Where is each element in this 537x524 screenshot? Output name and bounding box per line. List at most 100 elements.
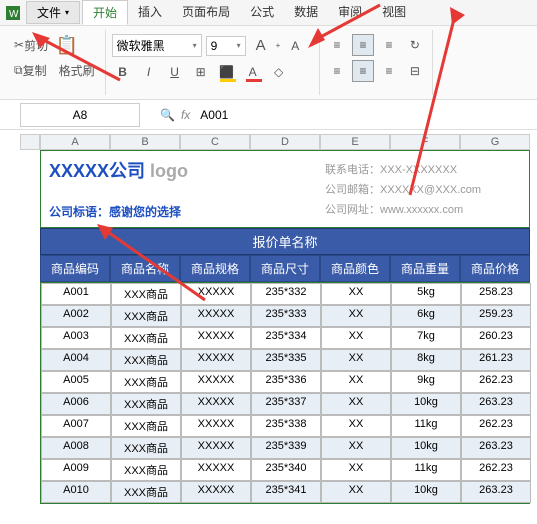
table-row[interactable]: A001XXX商品XXXXX235*332XX5kg258.23	[41, 283, 531, 305]
table-cell[interactable]: XXX商品	[111, 371, 181, 393]
table-cell[interactable]: 235*336	[251, 371, 321, 393]
table-row[interactable]: A003XXX商品XXXXX235*334XX7kg260.23	[41, 327, 531, 349]
table-cell[interactable]: A007	[41, 415, 111, 437]
table-cell[interactable]: XXX商品	[111, 327, 181, 349]
table-cell[interactable]: 7kg	[391, 327, 461, 349]
table-cell[interactable]: XX	[321, 415, 391, 437]
tab-页面布局[interactable]: 页面布局	[172, 0, 240, 25]
table-cell[interactable]: 235*340	[251, 459, 321, 481]
table-cell[interactable]: XXX商品	[111, 283, 181, 305]
column-header[interactable]: B	[110, 134, 180, 150]
table-cell[interactable]: A005	[41, 371, 111, 393]
font-size-select[interactable]: 9▾	[206, 36, 246, 56]
tab-插入[interactable]: 插入	[128, 0, 172, 25]
column-header[interactable]: D	[250, 134, 320, 150]
table-cell[interactable]: XXXXX	[181, 393, 251, 415]
table-cell[interactable]: 235*334	[251, 327, 321, 349]
table-cell[interactable]: 8kg	[391, 349, 461, 371]
orientation-button[interactable]: ↻	[404, 34, 426, 56]
table-cell[interactable]: XXXXX	[181, 349, 251, 371]
table-cell[interactable]: 258.23	[461, 283, 531, 305]
table-cell[interactable]: A002	[41, 305, 111, 327]
tab-数据[interactable]: 数据	[284, 0, 328, 25]
table-cell[interactable]: XXXXX	[181, 481, 251, 503]
table-cell[interactable]: 235*339	[251, 437, 321, 459]
table-cell[interactable]: XXXXX	[181, 415, 251, 437]
align-middle-button[interactable]: ≡	[352, 34, 374, 56]
name-box[interactable]: A8	[20, 103, 140, 127]
table-cell[interactable]: XXX商品	[111, 349, 181, 371]
table-cell[interactable]: 262.23	[461, 459, 531, 481]
fx-label[interactable]: fx	[181, 108, 190, 122]
table-cell[interactable]: 235*341	[251, 481, 321, 503]
table-cell[interactable]: 260.23	[461, 327, 531, 349]
table-row[interactable]: A008XXX商品XXXXX235*339XX10kg263.23	[41, 437, 531, 459]
table-cell[interactable]: A003	[41, 327, 111, 349]
table-cell[interactable]: 235*332	[251, 283, 321, 305]
table-cell[interactable]: XXX商品	[111, 459, 181, 481]
file-menu[interactable]: 文件 ▾	[26, 1, 80, 24]
align-top-button[interactable]: ≡	[326, 34, 348, 56]
table-cell[interactable]: XXXXX	[181, 327, 251, 349]
align-bottom-button[interactable]: ≡	[378, 34, 400, 56]
table-cell[interactable]: XX	[321, 327, 391, 349]
column-header[interactable]: C	[180, 134, 250, 150]
table-cell[interactable]: 261.23	[461, 349, 531, 371]
table-cell[interactable]: 10kg	[391, 481, 461, 503]
decrease-font-button[interactable]: A	[284, 35, 306, 57]
column-header[interactable]: A	[40, 134, 110, 150]
table-cell[interactable]: 259.23	[461, 305, 531, 327]
format-painter[interactable]: 格式刷	[55, 60, 99, 81]
table-cell[interactable]: 10kg	[391, 393, 461, 415]
align-right-button[interactable]: ≡	[378, 60, 400, 82]
formula-bar[interactable]: A001	[196, 104, 537, 126]
table-cell[interactable]: 235*333	[251, 305, 321, 327]
table-cell[interactable]: XXXXX	[181, 459, 251, 481]
table-cell[interactable]: XXX商品	[111, 481, 181, 503]
merge-button[interactable]: ⊟	[404, 60, 426, 82]
table-cell[interactable]: 11kg	[391, 415, 461, 437]
table-cell[interactable]: XXX商品	[111, 415, 181, 437]
table-cell[interactable]: XXXXX	[181, 371, 251, 393]
table-cell[interactable]: 11kg	[391, 459, 461, 481]
align-center-button[interactable]: ≡	[352, 60, 374, 82]
table-row[interactable]: A004XXX商品XXXXX235*335XX8kg261.23	[41, 349, 531, 371]
table-cell[interactable]: 10kg	[391, 437, 461, 459]
table-cell[interactable]: XX	[321, 371, 391, 393]
table-cell[interactable]: A001	[41, 283, 111, 305]
italic-button[interactable]: I	[138, 61, 160, 83]
table-cell[interactable]: XXX商品	[111, 305, 181, 327]
more-font-button[interactable]: ◇	[268, 61, 290, 83]
table-row[interactable]: A006XXX商品XXXXX235*337XX10kg263.23	[41, 393, 531, 415]
table-cell[interactable]: A004	[41, 349, 111, 371]
table-cell[interactable]: 263.23	[461, 481, 531, 503]
tab-开始[interactable]: 开始	[82, 0, 128, 25]
table-cell[interactable]: XXXXX	[181, 283, 251, 305]
column-header[interactable]: E	[320, 134, 390, 150]
table-cell[interactable]: A006	[41, 393, 111, 415]
table-cell[interactable]: 9kg	[391, 371, 461, 393]
table-row[interactable]: A005XXX商品XXXXX235*336XX9kg262.23	[41, 371, 531, 393]
table-cell[interactable]: 235*338	[251, 415, 321, 437]
bold-button[interactable]: B	[112, 61, 134, 83]
border-button[interactable]: ⊞	[190, 61, 212, 83]
column-header[interactable]: G	[460, 134, 530, 150]
tab-审阅[interactable]: 审阅	[328, 0, 372, 25]
table-cell[interactable]: 235*337	[251, 393, 321, 415]
table-cell[interactable]: XX	[321, 437, 391, 459]
column-header[interactable]: F	[390, 134, 460, 150]
table-cell[interactable]: XXXXX	[181, 305, 251, 327]
underline-button[interactable]: U	[164, 61, 186, 83]
copy-button[interactable]: ⧉ 复制	[10, 60, 51, 81]
table-cell[interactable]: XX	[321, 349, 391, 371]
table-cell[interactable]: XX	[321, 283, 391, 305]
table-cell[interactable]: XX	[321, 481, 391, 503]
table-cell[interactable]: A009	[41, 459, 111, 481]
cut-button[interactable]: ✂ 剪切	[10, 35, 52, 56]
fx-icon[interactable]: 🔍	[160, 108, 175, 122]
table-cell[interactable]: 262.23	[461, 415, 531, 437]
increase-font-button[interactable]: A	[250, 35, 272, 57]
table-cell[interactable]: 5kg	[391, 283, 461, 305]
table-row[interactable]: A009XXX商品XXXXX235*340XX11kg262.23	[41, 459, 531, 481]
align-left-button[interactable]: ≡	[326, 60, 348, 82]
